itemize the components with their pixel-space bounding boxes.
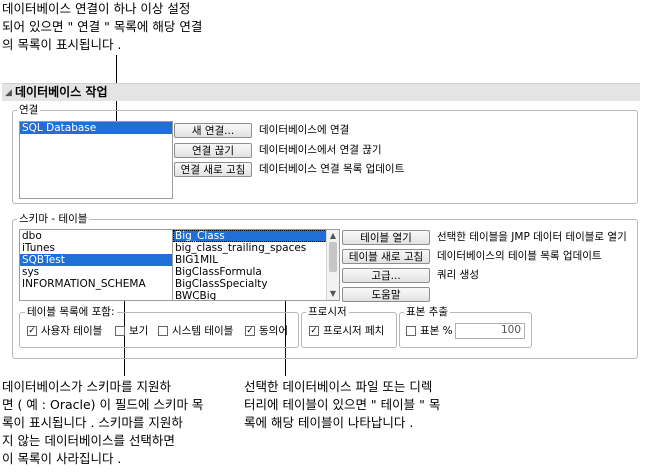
connections-legend: 연결	[17, 104, 41, 116]
advanced-button[interactable]: 고급...	[342, 268, 430, 283]
refresh-tables-button[interactable]: 테이블 새로 고침	[342, 249, 430, 264]
sampling-legend: 표본 추출	[404, 306, 450, 318]
table-item[interactable]: BigClassSpecialty	[173, 278, 339, 290]
system-tables-label: 시스템 테이블	[172, 325, 234, 337]
scrollbar-thumb[interactable]	[329, 242, 337, 272]
sample-percent-input[interactable]: 100	[455, 323, 525, 339]
schema-item-selected[interactable]: SQBTest	[20, 254, 172, 266]
new-connection-desc: 데이터베이스에 연결	[259, 124, 350, 136]
user-tables-label: 사용자 테이블	[41, 325, 103, 337]
database-work-section-header[interactable]: ◢ 데이터베이스 작업	[2, 83, 640, 101]
fetch-procedures-checkbox[interactable]: ✓	[309, 326, 319, 336]
section-title: 데이터베이스 작업	[15, 85, 108, 99]
tables-callout-text: 선택한 데이터베이스 파일 또는 디렉 터리에 테이블이 있으면 " 테이블 "…	[244, 379, 441, 430]
procedures-legend: 프로시저	[306, 306, 349, 318]
schemas-list[interactable]: dbo iTunes SQBTest sys INFORMATION_SCHEM…	[19, 229, 173, 301]
schema-tables-legend: 스키마 - 테이블	[17, 213, 90, 225]
schema-item[interactable]: sys	[20, 266, 172, 278]
table-item[interactable]: BWCBig	[173, 290, 339, 300]
sample-percent-checkbox[interactable]	[406, 326, 416, 336]
schema-callout-text: 데이터베이스가 스키마를 지원하 면 ( 예 : Oracle) 이 필드에 스…	[2, 379, 204, 466]
schema-item[interactable]: dbo	[20, 230, 172, 242]
collapse-triangle-icon[interactable]: ◢	[5, 88, 12, 98]
open-table-button[interactable]: 테이블 열기	[342, 230, 430, 245]
table-item-selected[interactable]: Big_Class	[173, 230, 339, 242]
synonyms-label: 동의어	[259, 325, 288, 337]
schema-item[interactable]: INFORMATION_SCHEMA	[20, 278, 172, 290]
scroll-down-arrow-icon[interactable]: ▼	[327, 289, 339, 299]
table-item[interactable]: BigClassFormula	[173, 266, 339, 278]
scroll-up-arrow-icon[interactable]: ▲	[327, 231, 339, 241]
include-legend: 테이블 목록에 포함:	[25, 306, 117, 318]
table-item[interactable]: BIG1MIL	[173, 254, 339, 266]
table-item[interactable]: big_class_trailing_spaces	[173, 242, 339, 254]
refresh-connections-desc: 데이터베이스 연결 목록 업데이트	[259, 163, 405, 175]
user-tables-checkbox[interactable]: ✓	[27, 326, 37, 336]
connections-list[interactable]: SQL Database	[19, 121, 173, 199]
new-connection-button[interactable]: 새 연결...	[174, 123, 252, 138]
synonyms-checkbox[interactable]: ✓	[245, 326, 255, 336]
sample-percent-label: 표본 %	[420, 325, 453, 337]
system-tables-checkbox[interactable]	[158, 326, 168, 336]
refresh-connections-button[interactable]: 연결 새로 고침	[174, 162, 252, 177]
refresh-tables-desc: 데이터베이스의 테이블 목록 업데이트	[437, 250, 602, 262]
tables-scrollbar[interactable]: ▲ ▼	[326, 230, 339, 300]
fetch-procedures-label: 프로시저 페치	[323, 325, 385, 337]
tables-list[interactable]: Big_Class big_class_trailing_spaces BIG1…	[172, 229, 340, 301]
help-button[interactable]: 도움말	[342, 287, 430, 302]
disconnect-button[interactable]: 연결 끊기	[174, 143, 252, 158]
advanced-desc: 쿼리 생성	[437, 269, 479, 281]
views-checkbox[interactable]	[115, 326, 125, 336]
disconnect-desc: 데이터베이스에서 연결 끊기	[259, 144, 382, 156]
open-table-desc: 선택한 테이블을 JMP 데이터 테이블로 열기	[437, 231, 627, 243]
top-callout-text: 데이터베이스 연결이 하나 이상 설정 되어 있으면 " 연결 " 목록에 해당…	[2, 1, 203, 52]
schema-item[interactable]: iTunes	[20, 242, 172, 254]
connection-item[interactable]: SQL Database	[20, 122, 172, 134]
views-label: 보기	[129, 325, 149, 337]
